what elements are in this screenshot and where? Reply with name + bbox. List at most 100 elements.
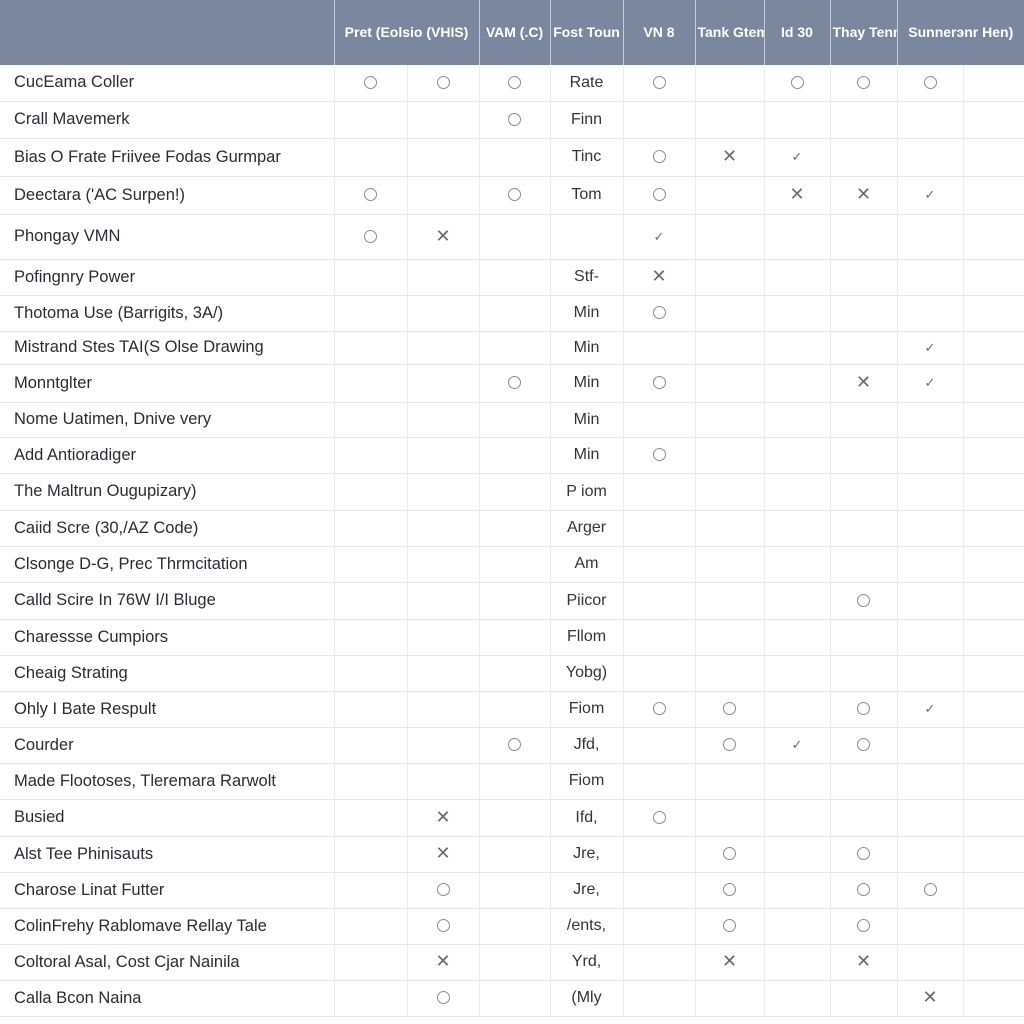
column-header-name[interactable]	[0, 0, 334, 65]
table-row[interactable]: Caiid Scre (30,/AZ Code) Arger	[0, 510, 1024, 547]
row-name: Crall Mavemerk	[0, 101, 334, 139]
cross-icon: ✕	[855, 372, 872, 392]
empty-cell	[962, 582, 1024, 620]
check-icon: ✓	[791, 149, 803, 164]
column-header[interactable]: VN 8	[622, 0, 695, 65]
empty-cell	[622, 908, 695, 945]
table-row[interactable]: CucEama Coller Rate	[0, 65, 1024, 102]
empty-cell	[896, 510, 963, 547]
table-row[interactable]: Charose Linat Futter Jre,	[0, 872, 1024, 909]
status-cell	[406, 65, 479, 102]
circle-icon	[652, 448, 666, 462]
table-row[interactable]: Made Flootoses, Tleremara Rarwolt Fiom	[0, 763, 1024, 800]
circle-icon	[508, 188, 521, 202]
empty-cell	[478, 799, 550, 837]
empty-cell	[694, 259, 764, 296]
circle-icon	[652, 702, 666, 716]
circle-icon	[508, 76, 521, 90]
empty-cell	[829, 510, 897, 547]
status-cell: ✓	[896, 331, 963, 365]
table-row[interactable]: ColinFrehy Rablomave Rellay Tale/ents,	[0, 908, 1024, 945]
column-header[interactable]: VAM (.C)	[478, 0, 550, 65]
value-cell: Yrd,	[549, 944, 623, 981]
table-row[interactable]: Busied ✕ Ifd,	[0, 799, 1024, 837]
column-header[interactable]: Tank Gtemer)	[694, 0, 764, 65]
empty-cell	[333, 259, 407, 296]
circle-icon	[723, 702, 736, 716]
empty-cell	[763, 473, 830, 511]
table-row[interactable]: Cheaig Strating Yobg)	[0, 655, 1024, 692]
empty-cell	[406, 619, 479, 656]
table-row[interactable]: Thotoma Use (Barrigits, 3A/) Min	[0, 295, 1024, 332]
circle-icon	[364, 229, 377, 243]
empty-cell	[763, 546, 830, 583]
circle-icon	[857, 76, 870, 90]
row-name: Busied	[0, 799, 334, 837]
column-header[interactable]: Sunnerэnr Hen)	[896, 0, 1024, 65]
empty-cell	[478, 655, 550, 692]
empty-cell	[694, 402, 764, 438]
empty-cell	[829, 138, 897, 177]
table-row[interactable]: Calla Bcon Naina (Mly ✕	[0, 980, 1024, 1017]
empty-cell	[333, 836, 407, 873]
row-name: Bias O Frate Friivee Fodas Gurmpar	[0, 138, 334, 177]
table-row[interactable]: Add Antioradiger Min	[0, 437, 1024, 474]
column-header[interactable]: Fost Toun	[549, 0, 623, 65]
cross-icon: ✕	[435, 843, 451, 863]
empty-cell	[962, 908, 1024, 945]
row-name: Ohly I Bate Respult	[0, 691, 334, 728]
status-cell	[406, 872, 479, 909]
empty-cell	[478, 836, 550, 873]
table-row[interactable]: Bias O Frate Friivee Fodas Gurmpar Tinc ✕ ✓	[0, 138, 1024, 177]
status-cell	[829, 727, 897, 764]
empty-cell	[763, 908, 830, 945]
table-row[interactable]: The Maltrun Ougupizary) P iom	[0, 473, 1024, 511]
circle-icon	[508, 112, 521, 126]
empty-cell	[896, 437, 963, 474]
table-row[interactable]: Deectara ('AC Surpen!) Tom ✕ ✕ ✓	[0, 176, 1024, 215]
circle-icon	[857, 883, 870, 897]
value-cell: Tom	[549, 176, 623, 215]
empty-cell	[694, 655, 764, 692]
table-row[interactable]: Alst Tee Phinisauts ✕ Jre,	[0, 836, 1024, 873]
status-cell	[478, 65, 550, 102]
table-row[interactable]: Ohly I Bate Respult Fiom ✓	[0, 691, 1024, 728]
row-name: Monntglter	[0, 364, 334, 403]
table-row[interactable]: Courder Jfd, ✓	[0, 727, 1024, 764]
empty-cell	[333, 582, 407, 620]
empty-cell	[694, 214, 764, 260]
table-row[interactable]: Clsonge D-G, Prec Thrmcitation Am	[0, 546, 1024, 583]
empty-cell	[333, 402, 407, 438]
empty-cell	[406, 402, 479, 438]
empty-cell	[406, 727, 479, 764]
column-header[interactable]: Pret (Eolsio (VHIS)	[333, 0, 479, 65]
table-row[interactable]: Phongay VMN ✕ ✓	[0, 214, 1024, 260]
table-row[interactable]: Mistrand Stes TAI(S Olse Drawing Min ✓	[0, 331, 1024, 365]
column-header[interactable]: Thay Tenme)	[829, 0, 897, 65]
table-row[interactable]: Nome Uatimen, Dnive very Min	[0, 402, 1024, 438]
column-header[interactable]: Id 30	[763, 0, 830, 65]
empty-cell	[478, 980, 550, 1017]
table-row[interactable]: Crall Mavemerk Finn	[0, 101, 1024, 139]
empty-cell	[478, 259, 550, 296]
check-icon: ✓	[924, 375, 936, 390]
cross-icon: ✕	[435, 806, 451, 827]
empty-cell	[763, 364, 830, 403]
value-cell: Piicor	[549, 582, 623, 620]
circle-icon	[857, 738, 870, 752]
empty-cell	[622, 402, 695, 438]
empty-cell	[478, 138, 550, 177]
empty-cell	[478, 510, 550, 547]
row-name: Coltoral Asal, Cost Cjar Nainila	[0, 944, 334, 981]
circle-icon	[364, 188, 377, 202]
check-icon: ✓	[791, 737, 803, 752]
table-row[interactable]: Charessse Cumpiors Fllom	[0, 619, 1024, 656]
empty-cell	[896, 619, 963, 656]
table-row[interactable]: Coltoral Asal, Cost Cjar Nainila ✕ Yrd, ✕ ✕	[0, 944, 1024, 981]
row-name: Nome Uatimen, Dnive very	[0, 402, 334, 438]
table-row[interactable]: Calld Scire In 76W I/I Bluge Piicor	[0, 582, 1024, 620]
table-row[interactable]: Monntglter Min ✕ ✓	[0, 364, 1024, 403]
value-cell: Jfd,	[549, 727, 623, 764]
table-row[interactable]: Pofingnry Power Stf- ✕	[0, 259, 1024, 296]
empty-cell	[478, 619, 550, 656]
